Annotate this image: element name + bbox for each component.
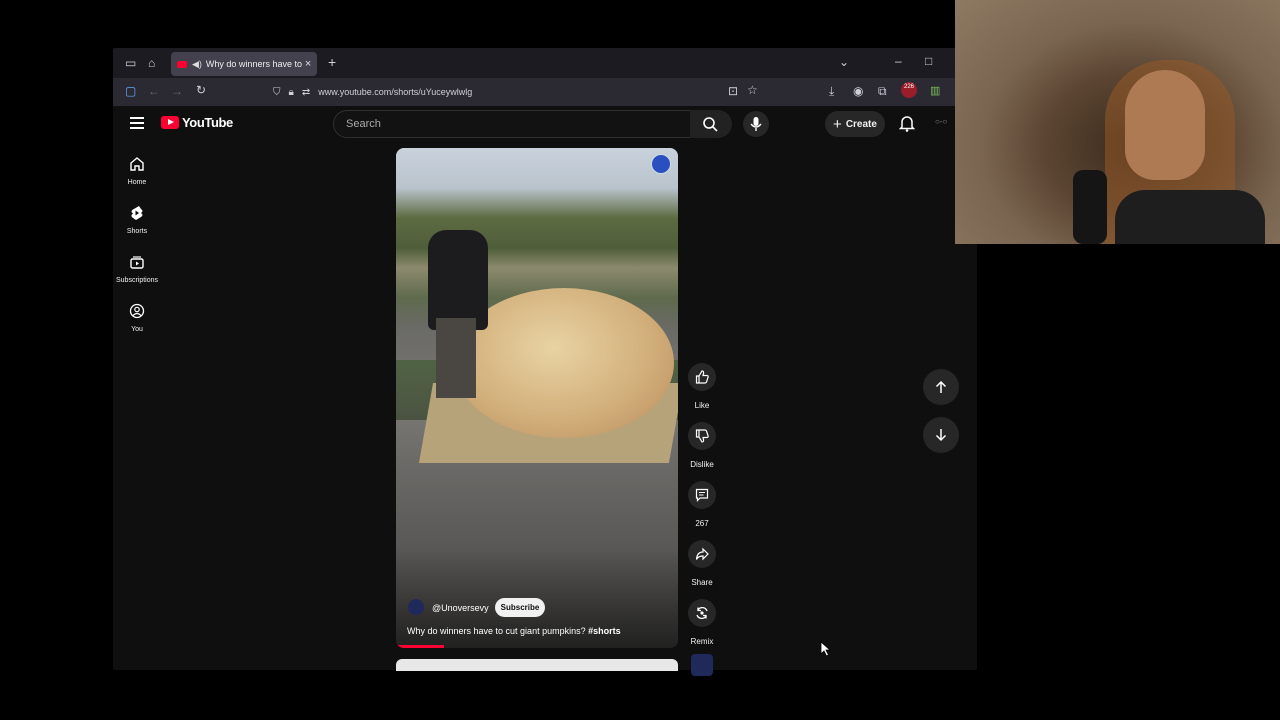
webcam-microphone-shape bbox=[1073, 170, 1107, 244]
avatar[interactable]: ○-○ bbox=[935, 117, 947, 126]
remix-button[interactable] bbox=[688, 599, 716, 627]
create-button[interactable]: + Create bbox=[825, 111, 885, 137]
short-title-text: Why do winners have to cut giant pumpkin… bbox=[407, 626, 586, 636]
account-icon[interactable]: ◉ bbox=[853, 84, 863, 98]
tab-bar: ▭ ⌂ ◀) Why do winners have to cu × + ⌄ –… bbox=[113, 48, 977, 78]
search-box[interactable] bbox=[333, 110, 691, 138]
subscribe-button[interactable]: Subscribe bbox=[495, 598, 545, 617]
tab-title: Why do winners have to cu bbox=[205, 59, 302, 69]
dislike-label: Dislike bbox=[690, 460, 714, 469]
home-icon bbox=[130, 157, 144, 171]
next-short-button[interactable] bbox=[923, 417, 959, 453]
search-input[interactable] bbox=[344, 111, 678, 137]
share-button[interactable] bbox=[688, 540, 716, 568]
search-button[interactable] bbox=[690, 110, 732, 138]
you-icon bbox=[129, 303, 145, 319]
channel-watermark-icon bbox=[651, 154, 671, 174]
bell-icon bbox=[898, 116, 916, 132]
new-tab-icon[interactable]: + bbox=[328, 54, 336, 70]
comment-icon bbox=[695, 488, 709, 502]
remix-icon bbox=[696, 606, 708, 620]
next-short-preview[interactable] bbox=[396, 659, 678, 671]
sidebar-item-label: Subscriptions bbox=[115, 277, 159, 284]
tab-list-icon[interactable]: ⌂ bbox=[148, 56, 155, 70]
mouse-cursor-icon bbox=[820, 641, 832, 657]
channel-avatar[interactable] bbox=[408, 599, 424, 615]
sidebar-item-home[interactable]: Home bbox=[113, 156, 161, 186]
search-icon bbox=[703, 117, 718, 132]
comments-count: 267 bbox=[695, 519, 709, 528]
subscribe-label: Subscribe bbox=[500, 603, 540, 612]
webcam-shirt-shape bbox=[1115, 190, 1265, 244]
sound-thumbnail[interactable] bbox=[691, 654, 713, 676]
share-label: Share bbox=[691, 578, 713, 587]
like-button[interactable] bbox=[688, 363, 716, 391]
hamburger-icon[interactable] bbox=[130, 117, 144, 129]
create-label: Create bbox=[845, 118, 877, 130]
voice-search-button[interactable] bbox=[743, 111, 769, 137]
forward-icon[interactable]: → bbox=[171, 84, 183, 98]
mic-icon bbox=[750, 117, 762, 131]
comments-button[interactable] bbox=[688, 481, 716, 509]
shorts-icon bbox=[131, 206, 143, 220]
sidebar-item-subscriptions[interactable]: Subscriptions bbox=[113, 254, 161, 284]
short-video-player[interactable]: @Unoversevy Subscribe Why do winners hav… bbox=[396, 148, 678, 648]
previous-short-button[interactable] bbox=[923, 369, 959, 405]
navigation-bar: ▢ ← → ↻ ⛉ 🔒︎ ⇄ www.youtube.com/shorts/uY… bbox=[113, 78, 977, 106]
short-hashtag[interactable]: #shorts bbox=[588, 626, 621, 636]
thumb-down-icon bbox=[695, 429, 709, 443]
url-text: www.youtube.com/shorts/uYuceywlwlg bbox=[318, 87, 473, 97]
actions-column: Like Dislike 267 Share Remix bbox=[682, 363, 722, 676]
short-title[interactable]: Why do winners have to cut giant pumpkin… bbox=[407, 626, 621, 636]
plus-icon: + bbox=[833, 115, 842, 133]
sidebar-item-shorts[interactable]: Shorts bbox=[113, 205, 161, 235]
reload-icon[interactable]: ↻ bbox=[196, 83, 206, 97]
person-legs-shape bbox=[436, 318, 476, 398]
person-shape bbox=[428, 230, 488, 330]
channel-name[interactable]: @Unoversevy bbox=[432, 603, 489, 613]
list-all-tabs-icon[interactable]: ⌄ bbox=[839, 55, 849, 69]
firefox-view-icon[interactable]: ▭ bbox=[125, 56, 136, 70]
sidebar-icon[interactable]: ▢ bbox=[125, 84, 136, 98]
sidebar-item-label: Shorts bbox=[126, 228, 148, 235]
youtube-play-icon bbox=[161, 116, 179, 129]
arrow-up-icon bbox=[935, 380, 947, 393]
sidebar-item-you[interactable]: You bbox=[113, 303, 161, 333]
bookmark-star-icon[interactable]: ☆ bbox=[747, 83, 758, 97]
extensions-icon[interactable]: ⧉ bbox=[878, 84, 887, 99]
like-label: Like bbox=[694, 401, 710, 410]
video-progress-bar[interactable] bbox=[396, 645, 444, 648]
maximize-icon[interactable]: □ bbox=[925, 54, 932, 68]
remix-label: Remix bbox=[690, 637, 714, 646]
extension-badge: 226 bbox=[903, 84, 914, 90]
equalizer-extension-icon[interactable]: ▥ bbox=[930, 84, 940, 97]
close-tab-icon[interactable]: × bbox=[305, 58, 311, 70]
minimize-icon[interactable]: – bbox=[895, 54, 902, 68]
subscriptions-icon bbox=[130, 256, 144, 269]
youtube-logo[interactable]: YouTube bbox=[161, 115, 233, 130]
url-bar[interactable]: ⛉ 🔒︎ ⇄ www.youtube.com/shorts/uYuceywlwl… bbox=[273, 82, 763, 102]
logo-text: YouTube bbox=[182, 115, 233, 130]
permissions-icon[interactable]: ⇄ bbox=[302, 87, 310, 98]
browser-tab[interactable]: ◀) Why do winners have to cu × bbox=[171, 52, 317, 76]
notifications-button[interactable] bbox=[898, 114, 916, 137]
downloads-icon[interactable]: ⤓ bbox=[829, 84, 834, 99]
shield-icon[interactable]: ⛉ bbox=[273, 87, 281, 98]
reader-view-icon[interactable]: ⊡ bbox=[728, 84, 738, 98]
share-icon bbox=[695, 547, 709, 561]
dislike-button[interactable] bbox=[688, 422, 716, 450]
webcam-overlay bbox=[955, 0, 1280, 244]
youtube-favicon bbox=[177, 60, 187, 68]
sidebar-item-label: Home bbox=[127, 179, 147, 186]
sidebar-item-label: You bbox=[131, 326, 143, 333]
back-icon[interactable]: ← bbox=[148, 84, 160, 98]
thumb-up-icon bbox=[695, 370, 709, 384]
arrow-down-icon bbox=[935, 429, 947, 442]
ublock-extension-icon[interactable]: 226 bbox=[901, 82, 917, 98]
speaker-icon[interactable]: ◀) bbox=[192, 59, 202, 70]
lock-icon[interactable]: 🔒︎ bbox=[289, 87, 294, 98]
